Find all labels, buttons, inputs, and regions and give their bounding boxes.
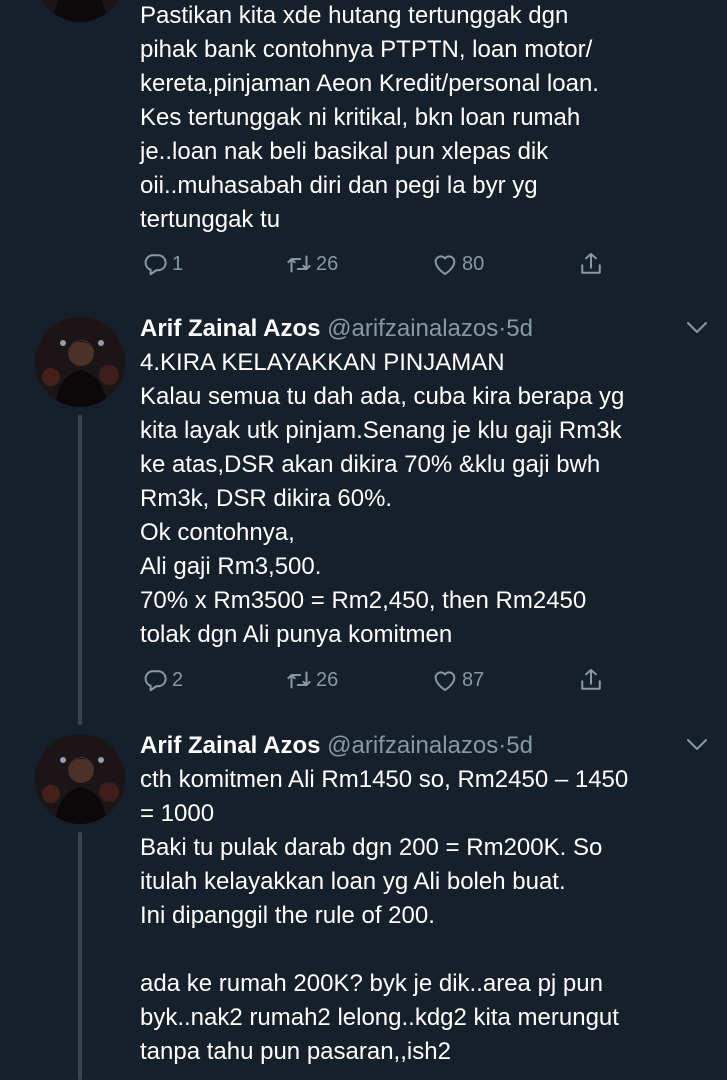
tweet-header: Arif Zainal Azos @arifzainalazos·5d bbox=[140, 312, 710, 346]
retweet-button[interactable]: 26 bbox=[284, 246, 338, 282]
reply-icon bbox=[144, 254, 167, 276]
share-icon bbox=[581, 669, 601, 690]
avatar[interactable] bbox=[35, 734, 125, 824]
share-button[interactable] bbox=[576, 246, 606, 282]
like-count: 80 bbox=[462, 252, 485, 275]
thread-line bbox=[78, 415, 82, 725]
retweet-icon bbox=[287, 671, 311, 689]
tweet-actions: 1 26 80 bbox=[140, 246, 610, 282]
like-button[interactable]: 80 bbox=[430, 246, 484, 282]
tweet-text: Pastikan kita xde hutang tertunggak dgn … bbox=[140, 2, 599, 233]
tweet-text: cth komitmen Ali Rm1450 so, Rm2450 – 145… bbox=[140, 766, 629, 1065]
avatar[interactable] bbox=[35, 317, 125, 407]
heart-icon bbox=[434, 671, 456, 691]
avatar[interactable] bbox=[35, 0, 125, 22]
tweet-header: Arif Zainal Azos @arifzainalazos·5d bbox=[140, 729, 710, 763]
reply-count: 1 bbox=[172, 252, 184, 275]
chevron-down-icon[interactable] bbox=[686, 321, 708, 335]
retweet-button[interactable]: 26 bbox=[284, 662, 338, 698]
like-button[interactable]: 87 bbox=[430, 662, 484, 698]
share-button[interactable] bbox=[576, 662, 606, 698]
retweet-count: 26 bbox=[316, 252, 339, 275]
reply-icon bbox=[144, 670, 167, 692]
thread-line bbox=[78, 832, 82, 1080]
user-handle[interactable]: @arifzainalazos bbox=[327, 315, 498, 342]
display-name[interactable]: Arif Zainal Azos bbox=[140, 315, 320, 342]
reply-count: 2 bbox=[172, 668, 184, 691]
tweet-text: 4.KIRA KELAYAKKAN PINJAMAN Kalau semua t… bbox=[140, 349, 625, 648]
reply-button[interactable]: 1 bbox=[140, 246, 183, 282]
reply-button[interactable]: 2 bbox=[140, 662, 183, 698]
share-icon bbox=[581, 253, 601, 274]
timestamp[interactable]: 5d bbox=[506, 315, 533, 342]
like-count: 87 bbox=[462, 668, 485, 691]
timestamp[interactable]: 5d bbox=[506, 732, 533, 759]
retweet-count: 26 bbox=[316, 668, 339, 691]
display-name[interactable]: Arif Zainal Azos bbox=[140, 732, 320, 759]
retweet-icon bbox=[287, 255, 311, 273]
chevron-down-icon[interactable] bbox=[686, 738, 708, 752]
user-handle[interactable]: @arifzainalazos bbox=[327, 732, 498, 759]
tweet-actions: 2 26 87 bbox=[140, 662, 610, 698]
heart-icon bbox=[434, 255, 456, 275]
